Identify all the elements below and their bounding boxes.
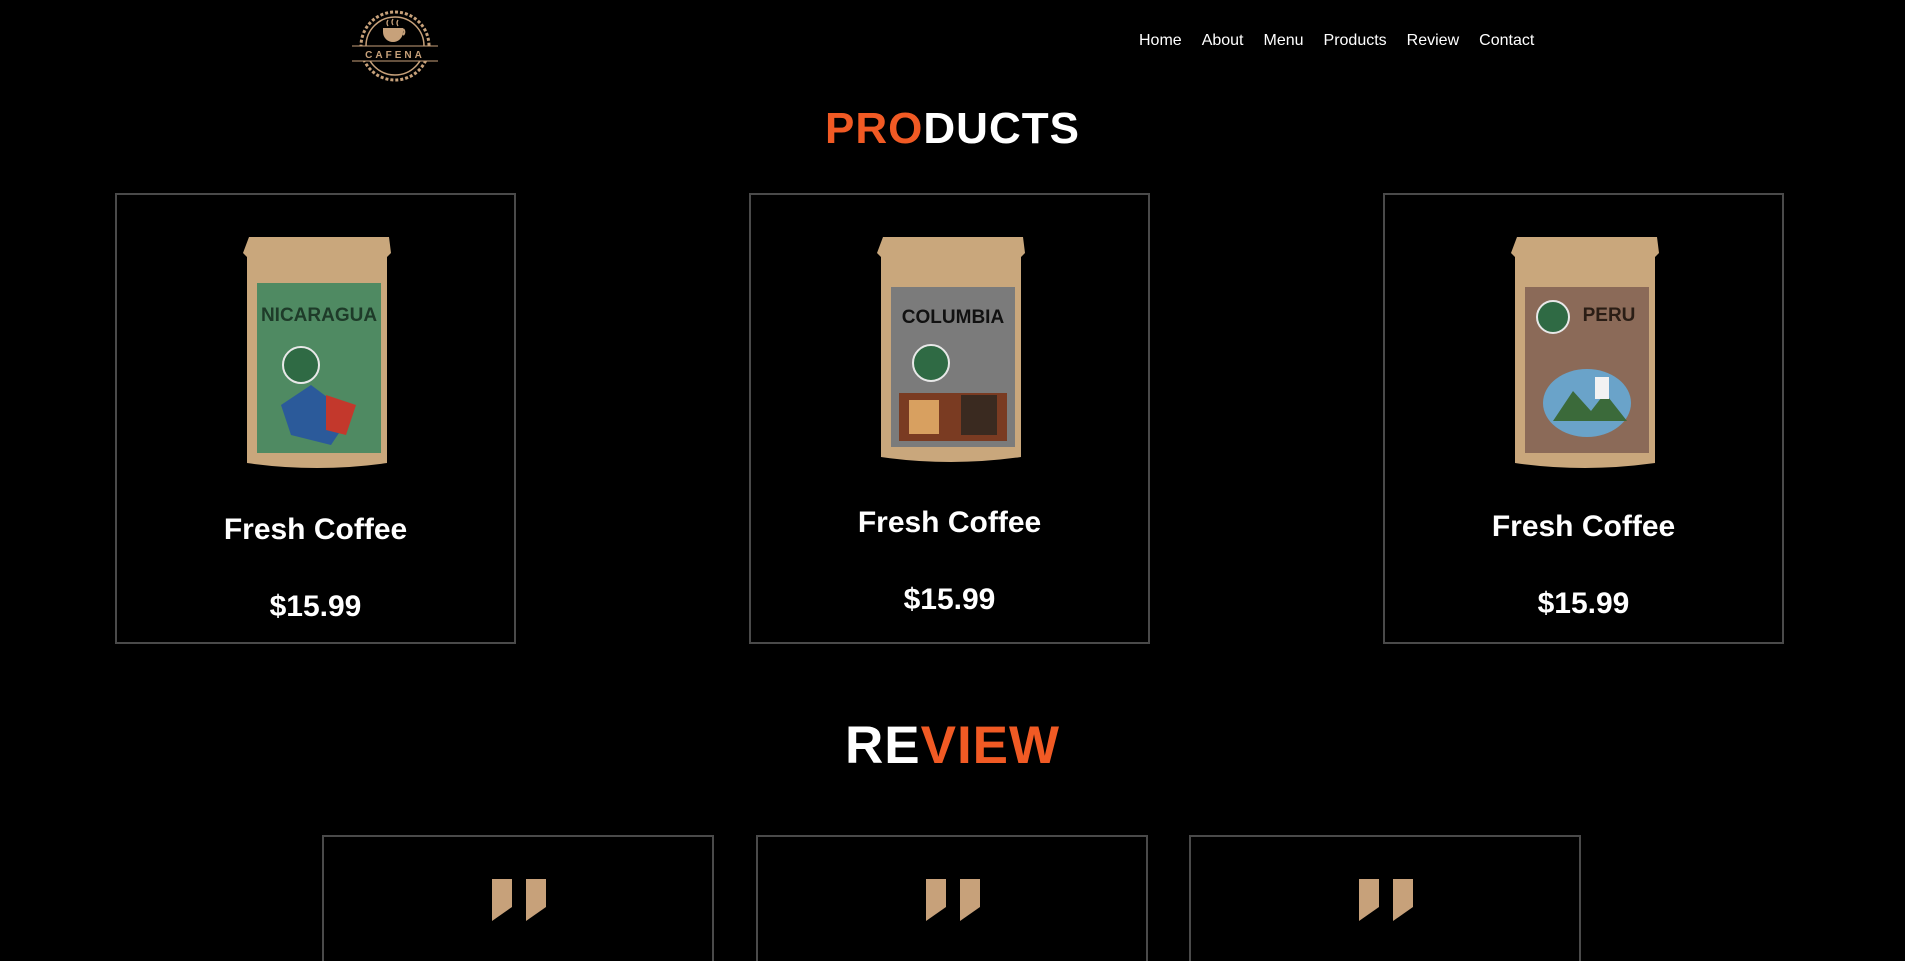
products-heading-accent: PRO — [825, 104, 924, 153]
quote-icon — [492, 879, 546, 921]
product-price: $15.99 — [903, 583, 996, 616]
coffee-bag-image: NICARAGUA — [243, 237, 391, 468]
nav-products[interactable]: Products — [1324, 30, 1387, 52]
review-heading-plain: RE — [844, 716, 921, 775]
review-heading: REVIEW — [0, 715, 1905, 776]
product-card[interactable]: PERU Fresh Coffee $15.99 — [1383, 193, 1784, 644]
product-card[interactable]: NICARAGUA Fresh Coffee $15.99 — [115, 193, 516, 644]
cafena-logo[interactable]: CAFENA — [346, 6, 444, 86]
product-title: Fresh Coffee — [1491, 510, 1676, 543]
product-title: Fresh Coffee — [857, 506, 1042, 539]
nav-about[interactable]: About — [1202, 30, 1244, 52]
main-nav: Home About Menu Products Review Contact — [1139, 30, 1554, 52]
product-price: $15.99 — [269, 590, 362, 623]
coffee-bag-image: COLUMBIA — [877, 237, 1025, 462]
coffee-bag-image: PERU — [1511, 237, 1659, 468]
svg-text:PERU: PERU — [1583, 305, 1636, 326]
products-heading: PRODUCTS — [0, 104, 1905, 154]
quote-icon — [1359, 879, 1413, 921]
nav-contact[interactable]: Contact — [1479, 30, 1534, 52]
review-card — [756, 835, 1148, 961]
products-heading-rest: DUCTS — [923, 104, 1080, 153]
header: CAFENA Home About Menu Products Review C… — [0, 0, 1905, 92]
nav-menu[interactable]: Menu — [1264, 30, 1304, 52]
nav-review[interactable]: Review — [1407, 30, 1459, 52]
product-title: Fresh Coffee — [223, 513, 408, 546]
nav-home[interactable]: Home — [1139, 30, 1182, 52]
review-card — [1189, 835, 1581, 961]
logo-text: CAFENA — [365, 50, 425, 61]
svg-text:COLUMBIA: COLUMBIA — [902, 307, 1005, 328]
svg-text:NICARAGUA: NICARAGUA — [261, 305, 377, 326]
product-card[interactable]: COLUMBIA Fresh Coffee $15.99 — [749, 193, 1150, 644]
review-card — [322, 835, 714, 961]
quote-icon — [926, 879, 980, 921]
review-heading-accent: VIEW — [920, 716, 1061, 775]
page: CAFENA Home About Menu Products Review C… — [0, 0, 1905, 961]
product-price: $15.99 — [1537, 587, 1630, 620]
